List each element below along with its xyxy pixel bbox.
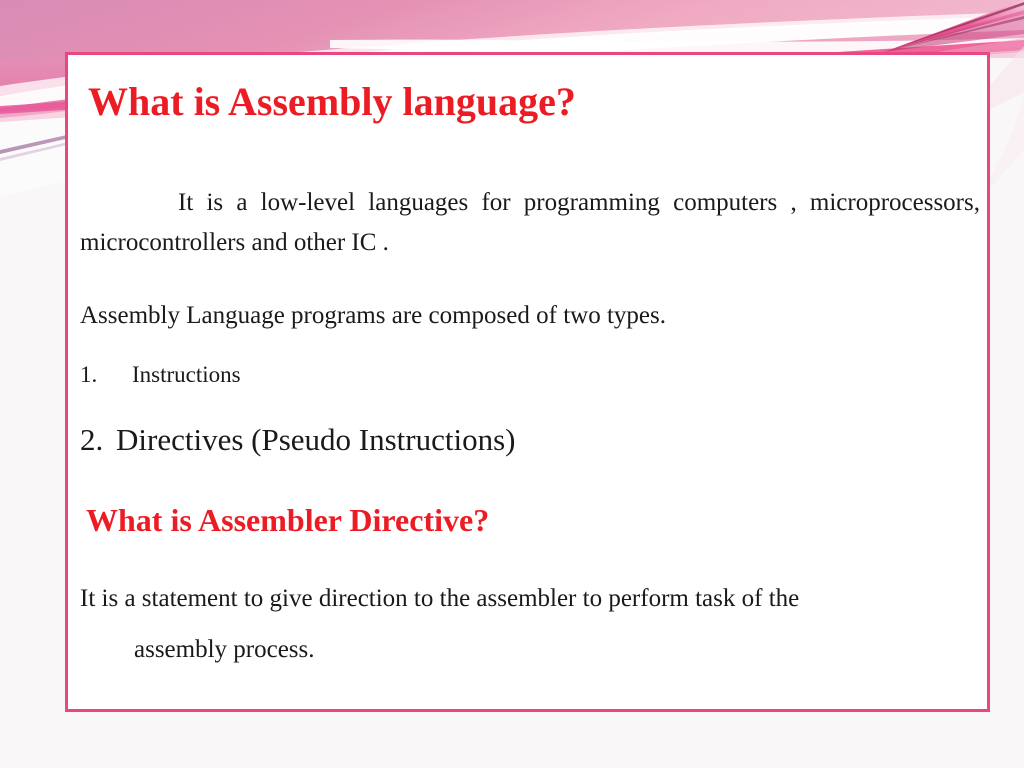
closing-line-1: It is a statement to give direction to t… [80,585,800,612]
slide-canvas: What is Assembly language? It is a low-l… [0,0,1024,768]
page-title: What is Assembly language? [88,79,576,124]
list-item: 1. Instructions [80,360,680,390]
list-item-label: Directives (Pseudo Instructions) [116,422,516,457]
list-item-number: 1. [80,362,98,387]
section-subtitle: What is Assembler Directive? [86,502,490,538]
composed-of-two-types-line: Assembly Language programs are composed … [80,302,666,329]
list-item: 2. Directives (Pseudo Instructions) [80,420,780,460]
closing-line-2: assembly process. [134,636,315,664]
list-item-number: 2. [80,422,104,457]
content-frame: What is Assembly language? It is a low-l… [65,52,990,712]
closing-paragraph: It is a statement to give direction to t… [80,573,960,676]
intro-paragraph: It is a low-level languages for programm… [80,189,980,256]
list-item-label: Instructions [132,362,241,387]
